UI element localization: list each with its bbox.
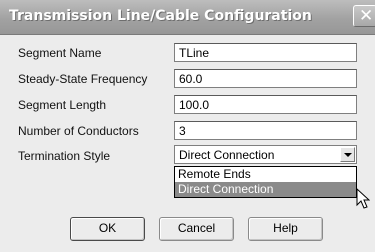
number-of-conductors-input[interactable]: 3 [174, 121, 357, 140]
termination-style-select[interactable]: Direct Connection [174, 145, 357, 164]
segment-name-label: Segment Name [18, 46, 102, 60]
termination-style-dropdown: Remote Ends Direct Connection [174, 166, 357, 198]
termination-style-label: Termination Style [18, 149, 111, 163]
segment-length-input[interactable]: 100.0 [174, 95, 357, 114]
chevron-down-icon[interactable] [340, 147, 355, 162]
number-of-conductors-label: Number of Conductors [18, 124, 139, 138]
cancel-button[interactable]: Cancel [159, 217, 234, 241]
option-remote-ends[interactable]: Remote Ends [175, 167, 356, 182]
title-bar: Transmission Line/Cable Configuration ✕ [0, 0, 375, 35]
close-icon: ✕ [359, 6, 374, 26]
steady-state-frequency-label: Steady-State Frequency [18, 72, 148, 86]
option-direct-connection[interactable]: Direct Connection [175, 182, 356, 197]
segment-name-input[interactable]: TLine [174, 43, 357, 62]
termination-style-value: Direct Connection [179, 148, 275, 162]
close-button[interactable]: ✕ [353, 5, 375, 27]
ok-button[interactable]: OK [70, 217, 145, 241]
window-title: Transmission Line/Cable Configuration [9, 8, 312, 24]
mouse-cursor-icon [356, 188, 370, 209]
help-button[interactable]: Help [248, 217, 323, 241]
steady-state-frequency-input[interactable]: 60.0 [174, 69, 357, 88]
segment-length-label: Segment Length [18, 98, 107, 112]
